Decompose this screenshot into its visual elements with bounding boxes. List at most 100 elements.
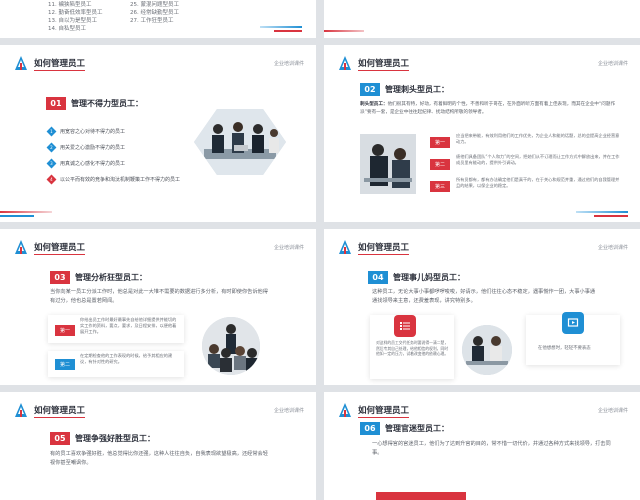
- intro-paragraph: 这种员工，无论大事小事都啰啰唆唆，好请示，他们往往心态不稳定，遇事慌作一团，大事…: [372, 289, 596, 304]
- page-title: 如何管理员工: [34, 59, 86, 71]
- pyramid-logo-icon: [339, 240, 351, 254]
- page-title: 如何管理员工: [358, 243, 410, 255]
- intro-paragraph: 有的员工喜欢争强好胜，他总觉得比你还强，这种人往往自负，自我表现欲望极高，还经常…: [50, 451, 268, 466]
- page-title: 如何管理员工: [358, 406, 410, 418]
- accent-bar: [274, 30, 302, 32]
- pyramid-logo-icon: [15, 240, 27, 254]
- advice-text-right: 在他想想时，轻轻不要表态: [538, 346, 591, 351]
- header-subtitle: 企业培训课件: [273, 408, 304, 414]
- slide-1[interactable]: 如何管理员工 企业培训课件 01 管理不得力型员工： 1 用宽容之心对待不得力的员…: [0, 45, 316, 222]
- accent-bar: [0, 211, 52, 213]
- bullet-text: 用宽容之心对待不得力的员工: [60, 129, 126, 135]
- screen-icon: [562, 312, 584, 334]
- slide-4[interactable]: 如何管理员工 企业培训课件 04 管理事儿妈型员工： 这种员工，无论大事小事都啰…: [324, 229, 640, 385]
- slide-6[interactable]: 如何管理员工 企业培训课件 06 管理官迷型员工： 一心想得官的官迷员工，他们为…: [324, 392, 640, 500]
- section-number-badge: 02: [360, 83, 380, 96]
- top-item: 12. 勤奋低效率型员工: [48, 10, 103, 16]
- section-number-badge: 03: [50, 271, 70, 284]
- section-number-badge: 04: [368, 271, 388, 284]
- section-heading: 02 管理刺头型员工：: [360, 83, 449, 96]
- slide-header: 如何管理员工 企业培训课件: [0, 229, 316, 259]
- top-item: 26. 经常缺勤型员工: [130, 10, 179, 16]
- section-number-badge: 05: [50, 432, 70, 445]
- section-title: 管理不得力型员工：: [71, 99, 143, 108]
- tag-first: 第一: [55, 325, 75, 336]
- top-item: 13. 自以为是型员工: [48, 18, 97, 24]
- top-item: 11. 褊狭陷型员工: [48, 2, 92, 8]
- section-heading: 03 管理分析狂型员工：: [50, 271, 147, 284]
- slide-header: 如何管理员工 企业培训课件: [324, 229, 640, 259]
- section-title: 管理争强好胜型员工：: [75, 434, 155, 443]
- diamond-icon: 2: [46, 142, 57, 153]
- header-subtitle: 企业培训课件: [273, 245, 304, 251]
- page-title: 如何管理员工: [34, 243, 86, 255]
- bullet-item: 4 以公平而有效的竞争和淘汰机制鞭策工作不得力的员工: [46, 174, 181, 185]
- intro-paragraph: 刺头型员工：他们很其有特，好动，有着鲜明的个性，不善和听于哥在，在外面听听方面有…: [360, 101, 622, 116]
- accent-bar: [324, 30, 364, 32]
- slide-top-left[interactable]: 11. 褊狭陷型员工 12. 勤奋低效率型员工 13. 自以为是型员工 14. …: [0, 0, 316, 38]
- pyramid-logo-icon: [339, 403, 351, 417]
- tag-third: 第三: [430, 181, 450, 192]
- header-subtitle: 企业培训课件: [597, 245, 628, 251]
- slide-grid: 11. 褊狭陷型员工 12. 勤奋低效率型员工 13. 自以为是型员工 14. …: [0, 0, 640, 500]
- section-heading: 04 管理事儿妈型员工：: [368, 271, 465, 284]
- team-photo: [202, 317, 260, 375]
- bullet-item: 2 用关爱之心激励不得力的员工: [46, 142, 126, 153]
- section-heading: 05 管理争强好胜型员工：: [50, 432, 155, 445]
- diamond-icon: 1: [46, 126, 57, 137]
- slide-header: 如何管理员工 企业培训课件: [0, 45, 316, 75]
- intro-label: 刺头型员工：: [360, 102, 388, 107]
- accent-bar: [260, 26, 302, 28]
- intro-text: 他们很其有特，好动，有着鲜明的个性，不善和听于哥在，在外面听听方面有着上佳表现，…: [360, 102, 616, 115]
- accent-bar: [576, 211, 628, 213]
- slide-3[interactable]: 如何管理员工 企业培训课件 03 管理分析狂型员工： 当你向某一员工分派工作时，…: [0, 229, 316, 385]
- diamond-icon: 3: [46, 158, 57, 169]
- section-heading: 06 管理官迷型员工：: [360, 422, 449, 435]
- page-title: 如何管理员工: [34, 406, 86, 418]
- checklist-icon: [394, 315, 416, 337]
- diamond-icon: 4: [46, 174, 57, 185]
- bullet-text: 用真诚之心感化不得力的员工: [60, 161, 126, 167]
- slide-2[interactable]: 如何管理员工 企业培训课件 02 管理刺头型员工： 刺头型员工：他们很其有特，好…: [324, 45, 640, 222]
- point-text: 绩他们具备团队“个人和力”的空间，把她们从不订理而让工作方式中解放出来，并在工作…: [456, 154, 620, 166]
- tag-second: 第二: [55, 359, 75, 370]
- page-title: 如何管理员工: [358, 59, 410, 71]
- header-subtitle: 企业培训课件: [273, 61, 304, 67]
- office-photo: [462, 325, 512, 375]
- slide-header: 如何管理员工 企业培训课件: [324, 392, 640, 422]
- advice-text-left: 对这样的员工交代任务时要说得一清二楚，然后专其自己处理，给他相信的权利，同时他如…: [376, 340, 449, 357]
- bullet-item: 1 用宽容之心对待不得力的员工: [46, 126, 126, 137]
- pyramid-logo-icon: [15, 56, 27, 70]
- header-subtitle: 企业培训课件: [597, 408, 628, 414]
- section-title: 管理官迷型员工：: [385, 424, 449, 433]
- meeting-photo: [360, 134, 416, 194]
- bullet-text: 以公平而有效的竞争和淘汰机制鞭策工作不得力的员工: [60, 177, 181, 183]
- top-item: 27. 工作狂型员工: [130, 18, 174, 24]
- point-text: 你给出员工作时最好最事先自给他详细提供并能切的实工作的资料，要点，要求，及日程安…: [80, 317, 177, 335]
- section-title: 管理事儿妈型员工：: [393, 273, 465, 282]
- pyramid-logo-icon: [15, 403, 27, 417]
- intro-paragraph: 一心想得官的官迷员工，他们为了达到升官的目的，常不惜一切代价，并通过各种方式来找…: [372, 441, 611, 456]
- top-item: 14. 自私型员工: [48, 26, 86, 32]
- bullet-text: 用关爱之心激励不得力的员工: [60, 145, 126, 151]
- section-title: 管理分析狂型员工：: [75, 273, 147, 282]
- bullet-item: 3 用真诚之心感化不得力的员工: [46, 158, 126, 169]
- header-subtitle: 企业培训课件: [597, 61, 628, 67]
- slide-header: 如何管理员工 企业培训课件: [324, 45, 640, 75]
- intro-paragraph: 当你向某一员工分派工作时，他总是对此一大堆不需要的数据进行多分析，有时即使你告诉…: [50, 289, 268, 304]
- top-item: 25. 蒙混问题型员工: [130, 2, 179, 8]
- red-bar: [376, 492, 466, 500]
- tag-first: 第一: [430, 137, 450, 148]
- office-photo: [194, 109, 286, 175]
- point-text: 应当把来带能，有效利用他们的工作优先，为企业人和能的话题，总的会提高企业经营意动…: [456, 133, 620, 145]
- point-text: 所有员都有，都有办法确定他们是真干的，在于关心和规范并重，通过他们的自我管理并且…: [456, 177, 620, 189]
- slide-5[interactable]: 如何管理员工 企业培训课件 05 管理争强好胜型员工： 有的员工喜欢争强好胜，他…: [0, 392, 316, 500]
- section-title: 管理刺头型员工：: [385, 85, 449, 94]
- slide-top-right[interactable]: [324, 0, 640, 38]
- section-number-badge: 06: [360, 422, 380, 435]
- slide-header: 如何管理员工 企业培训课件: [0, 392, 316, 422]
- section-heading: 01 管理不得力型员工：: [46, 97, 143, 110]
- accent-bar: [0, 215, 34, 217]
- point-text: 在定期检查他的工作表现的时候，给予其相应的建议，有针对性的研究。: [80, 353, 173, 365]
- pyramid-logo-icon: [339, 56, 351, 70]
